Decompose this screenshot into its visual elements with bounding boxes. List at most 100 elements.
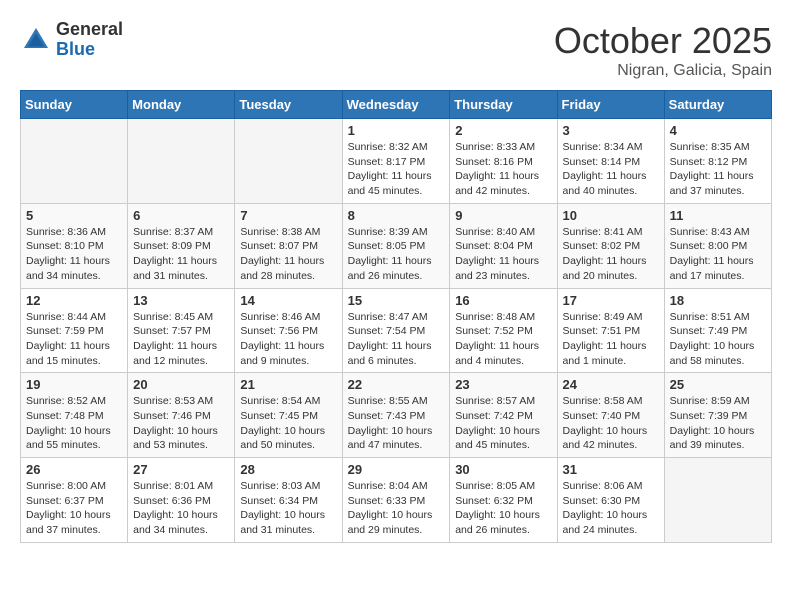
weekday-header-monday: Monday [128, 91, 235, 119]
calendar-cell: 29Sunrise: 8:04 AM Sunset: 6:33 PM Dayli… [342, 458, 450, 543]
day-info: Sunrise: 8:43 AM Sunset: 8:00 PM Dayligh… [670, 225, 766, 284]
day-number: 23 [455, 377, 551, 392]
calendar-cell: 18 Sunrise: 8:51 AM Sunset: 7:49 PM Dayli… [664, 288, 771, 373]
calendar-cell: 19 Sunrise: 8:52 AM Sunset: 7:48 PM Dayli… [21, 373, 128, 458]
calendar-week-3: 12 Sunrise: 8:44 AM Sunset: 7:59 PM Dayli… [21, 288, 772, 373]
day-number: 19 [26, 377, 122, 392]
day-number: 1 [348, 123, 445, 138]
day-info: Sunrise: 8:53 AM Sunset: 7:46 PM Dayligh… [133, 394, 229, 453]
day-number: 7 [240, 208, 336, 223]
day-info: Sunrise: 8:05 AM Sunset: 6:32 PM Dayligh… [455, 479, 551, 538]
calendar-cell [21, 119, 128, 204]
day-info: Sunrise: 8:44 AM Sunset: 7:59 PM Dayligh… [26, 310, 122, 369]
day-number: 12 [26, 293, 122, 308]
calendar-week-1: 1 Sunrise: 8:32 AM Sunset: 8:17 PM Daylig… [21, 119, 772, 204]
day-info: Sunrise: 8:40 AM Sunset: 8:04 PM Dayligh… [455, 225, 551, 284]
day-info: Sunrise: 8:35 AM Sunset: 8:12 PM Dayligh… [670, 140, 766, 199]
day-info: Sunrise: 8:55 AM Sunset: 7:43 PM Dayligh… [348, 394, 445, 453]
weekday-header-row: SundayMondayTuesdayWednesdayThursdayFrid… [21, 91, 772, 119]
day-number: 28 [240, 462, 336, 477]
day-info: Sunrise: 8:41 AM Sunset: 8:02 PM Dayligh… [563, 225, 659, 284]
title-block: October 2025 Nigran, Galicia, Spain [554, 20, 772, 80]
weekday-header-thursday: Thursday [450, 91, 557, 119]
day-info: Sunrise: 8:46 AM Sunset: 7:56 PM Dayligh… [240, 310, 336, 369]
calendar-cell [235, 119, 342, 204]
day-number: 5 [26, 208, 122, 223]
calendar-cell: 3 Sunrise: 8:34 AM Sunset: 8:14 PM Daylig… [557, 119, 664, 204]
weekday-header-sunday: Sunday [21, 91, 128, 119]
calendar-cell: 22 Sunrise: 8:55 AM Sunset: 7:43 PM Dayli… [342, 373, 450, 458]
day-info: Sunrise: 8:51 AM Sunset: 7:49 PM Dayligh… [670, 310, 766, 369]
logo-icon [20, 24, 52, 56]
day-info: Sunrise: 8:52 AM Sunset: 7:48 PM Dayligh… [26, 394, 122, 453]
calendar-cell: 24 Sunrise: 8:58 AM Sunset: 7:40 PM Dayli… [557, 373, 664, 458]
calendar-cell: 7 Sunrise: 8:38 AM Sunset: 8:07 PM Daylig… [235, 203, 342, 288]
weekday-header-friday: Friday [557, 91, 664, 119]
day-info: Sunrise: 8:00 AM Sunset: 6:37 PM Dayligh… [26, 479, 122, 538]
day-info: Sunrise: 8:34 AM Sunset: 8:14 PM Dayligh… [563, 140, 659, 199]
day-info: Sunrise: 8:47 AM Sunset: 7:54 PM Dayligh… [348, 310, 445, 369]
calendar-cell: 1 Sunrise: 8:32 AM Sunset: 8:17 PM Daylig… [342, 119, 450, 204]
calendar-cell: 11 Sunrise: 8:43 AM Sunset: 8:00 PM Dayli… [664, 203, 771, 288]
calendar-week-2: 5 Sunrise: 8:36 AM Sunset: 8:10 PM Daylig… [21, 203, 772, 288]
calendar-cell: 28 Sunrise: 8:03 AM Sunset: 6:34 PM Dayli… [235, 458, 342, 543]
day-number: 20 [133, 377, 229, 392]
calendar-cell: 6Sunrise: 8:37 AM Sunset: 8:09 PM Daylig… [128, 203, 235, 288]
calendar-cell: 21Sunrise: 8:54 AM Sunset: 7:45 PM Dayli… [235, 373, 342, 458]
logo-text: General Blue [56, 20, 123, 60]
location: Nigran, Galicia, Spain [554, 62, 772, 80]
calendar-cell: 12 Sunrise: 8:44 AM Sunset: 7:59 PM Dayli… [21, 288, 128, 373]
logo: General Blue [20, 20, 123, 60]
day-number: 24 [563, 377, 659, 392]
weekday-header-saturday: Saturday [664, 91, 771, 119]
calendar-cell: 5 Sunrise: 8:36 AM Sunset: 8:10 PM Daylig… [21, 203, 128, 288]
weekday-header-tuesday: Tuesday [235, 91, 342, 119]
calendar-week-4: 19 Sunrise: 8:52 AM Sunset: 7:48 PM Dayli… [21, 373, 772, 458]
day-number: 18 [670, 293, 766, 308]
calendar-cell: 27Sunrise: 8:01 AM Sunset: 6:36 PM Dayli… [128, 458, 235, 543]
day-number: 17 [563, 293, 659, 308]
calendar-cell: 8 Sunrise: 8:39 AM Sunset: 8:05 PM Daylig… [342, 203, 450, 288]
day-info: Sunrise: 8:32 AM Sunset: 8:17 PM Dayligh… [348, 140, 445, 199]
calendar-cell: 26 Sunrise: 8:00 AM Sunset: 6:37 PM Dayli… [21, 458, 128, 543]
day-number: 8 [348, 208, 445, 223]
calendar-cell: 15Sunrise: 8:47 AM Sunset: 7:54 PM Dayli… [342, 288, 450, 373]
calendar-cell: 23Sunrise: 8:57 AM Sunset: 7:42 PM Dayli… [450, 373, 557, 458]
day-number: 9 [455, 208, 551, 223]
day-info: Sunrise: 8:06 AM Sunset: 6:30 PM Dayligh… [563, 479, 659, 538]
calendar-cell: 16 Sunrise: 8:48 AM Sunset: 7:52 PM Dayli… [450, 288, 557, 373]
day-number: 22 [348, 377, 445, 392]
day-info: Sunrise: 8:03 AM Sunset: 6:34 PM Dayligh… [240, 479, 336, 538]
calendar-cell: 25Sunrise: 8:59 AM Sunset: 7:39 PM Dayli… [664, 373, 771, 458]
calendar-table: SundayMondayTuesdayWednesdayThursdayFrid… [20, 90, 772, 543]
calendar-cell: 14 Sunrise: 8:46 AM Sunset: 7:56 PM Dayli… [235, 288, 342, 373]
calendar-cell [664, 458, 771, 543]
calendar-cell: 2Sunrise: 8:33 AM Sunset: 8:16 PM Daylig… [450, 119, 557, 204]
day-number: 4 [670, 123, 766, 138]
logo-blue: Blue [56, 40, 123, 60]
page-header: General Blue October 2025 Nigran, Galici… [20, 20, 772, 80]
day-info: Sunrise: 8:38 AM Sunset: 8:07 PM Dayligh… [240, 225, 336, 284]
calendar-cell: 4 Sunrise: 8:35 AM Sunset: 8:12 PM Daylig… [664, 119, 771, 204]
day-number: 11 [670, 208, 766, 223]
calendar-cell: 9 Sunrise: 8:40 AM Sunset: 8:04 PM Daylig… [450, 203, 557, 288]
day-number: 31 [563, 462, 659, 477]
day-info: Sunrise: 8:36 AM Sunset: 8:10 PM Dayligh… [26, 225, 122, 284]
day-number: 14 [240, 293, 336, 308]
day-info: Sunrise: 8:59 AM Sunset: 7:39 PM Dayligh… [670, 394, 766, 453]
calendar-cell: 31 Sunrise: 8:06 AM Sunset: 6:30 PM Dayli… [557, 458, 664, 543]
day-number: 30 [455, 462, 551, 477]
day-info: Sunrise: 8:48 AM Sunset: 7:52 PM Dayligh… [455, 310, 551, 369]
day-number: 26 [26, 462, 122, 477]
calendar-cell: 10Sunrise: 8:41 AM Sunset: 8:02 PM Dayli… [557, 203, 664, 288]
calendar-cell: 20 Sunrise: 8:53 AM Sunset: 7:46 PM Dayli… [128, 373, 235, 458]
day-info: Sunrise: 8:58 AM Sunset: 7:40 PM Dayligh… [563, 394, 659, 453]
day-number: 27 [133, 462, 229, 477]
day-number: 21 [240, 377, 336, 392]
day-number: 3 [563, 123, 659, 138]
day-number: 29 [348, 462, 445, 477]
day-info: Sunrise: 8:39 AM Sunset: 8:05 PM Dayligh… [348, 225, 445, 284]
weekday-header-wednesday: Wednesday [342, 91, 450, 119]
calendar-cell: 30 Sunrise: 8:05 AM Sunset: 6:32 PM Dayli… [450, 458, 557, 543]
day-number: 16 [455, 293, 551, 308]
